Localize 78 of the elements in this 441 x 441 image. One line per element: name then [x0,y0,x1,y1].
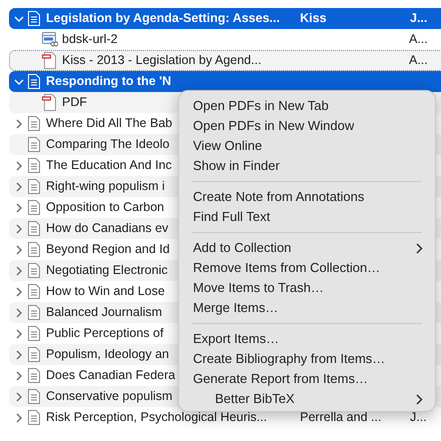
item-title: The Education And Inc [46,158,172,172]
item-row[interactable]: Legislation by Agenda-Setting: Asses... Kiss J... [9,8,441,29]
chevron-right-icon[interactable] [14,308,24,318]
menu-item[interactable]: Merge Items… [193,298,278,318]
chevron-right-icon[interactable] [14,350,24,360]
chevron-right-icon[interactable] [14,182,24,192]
chevron-right-icon[interactable] [14,286,24,296]
document-icon [28,221,40,236]
menu-item[interactable]: Create Bibliography from Items… [193,349,386,369]
item-title: How do Canadians ev [46,221,168,236]
menu-item[interactable]: Export Items… [193,329,279,349]
item-title: Beyond Region and Id [46,242,170,256]
document-icon [28,389,40,404]
chevron-down-icon[interactable] [14,14,24,24]
item-title: Populism, Ideology an [46,347,169,362]
item-title: Where Did All The Bab [46,116,172,130]
item-title: Risk Perception, Psychological Heuris... [46,410,267,424]
item-row[interactable]: Responding to the 'N [9,71,441,92]
item-title: Opposition to Carbon [46,200,164,214]
menu-item[interactable]: Better BibTeX [215,389,294,409]
attachment-title: bdsk-url-2 [62,32,118,46]
document-icon [28,158,40,173]
menu-item[interactable]: Show in Finder [193,156,280,176]
item-title: Conservative populism [46,389,172,404]
chevron-right-icon[interactable] [14,392,24,402]
date-cell: J... [410,410,427,424]
chevron-right-icon[interactable] [14,412,24,422]
chevron-down-icon[interactable] [14,76,24,86]
menu-item[interactable]: Open PDFs in New Tab [193,96,329,116]
item-title: Legislation by Agenda-Setting: Asses... [46,11,280,26]
document-icon [28,347,40,362]
menu-item[interactable]: Find Full Text [193,207,270,227]
chevron-right-icon[interactable] [14,328,24,338]
pdf-file-icon [42,52,56,69]
document-icon [28,326,40,341]
item-title: Responding to the 'N [46,74,172,88]
item-title: Does Canadian Federa [46,368,176,382]
document-icon [28,116,40,131]
document-icon [28,179,40,194]
chevron-right-icon[interactable] [14,244,24,254]
item-title: Right-wing populism i [46,179,165,194]
item-title: How to Win and Lose [46,284,165,298]
item-title: Negotiating Electronic [46,263,168,278]
menu-item[interactable]: Add to Collection [193,238,292,258]
menu-item[interactable]: Open PDFs in New Window [193,116,354,136]
date-cell: A... [409,32,428,46]
document-icon [28,410,40,425]
menu-item[interactable]: Move Items to Trash… [193,278,324,298]
document-icon [28,305,40,320]
date-cell: A... [409,53,428,68]
chevron-right-icon[interactable] [14,224,24,234]
chevron-right-icon[interactable] [14,202,24,212]
item-title: Public Perceptions of [46,326,164,340]
creator-cell: Kiss [300,11,326,26]
chevron-right-icon[interactable] [14,266,24,276]
document-icon [28,137,40,152]
document-icon [28,200,40,215]
chevron-right-icon[interactable] [14,118,24,128]
document-icon [28,242,40,257]
item-title: Comparing The Ideolo [46,137,170,152]
document-icon [28,74,40,89]
chevron-right-icon[interactable] [14,370,24,380]
menu-item[interactable]: Create Note from Annotations [193,187,364,207]
attachment-title: PDF [62,95,87,110]
item-title: Balanced Journalism [46,305,162,320]
menu-item[interactable]: View Online [193,136,262,156]
web-link-icon [42,32,58,47]
document-icon [28,368,40,383]
date-cell: J... [410,11,428,26]
chevron-right-icon[interactable] [14,160,24,170]
attachment-title: Kiss - 2013 - Legislation by Agend... [62,53,262,68]
document-icon [28,284,40,299]
document-icon [28,11,40,26]
document-icon [28,263,40,278]
menu-item[interactable]: Remove Items from Collection… [193,258,380,278]
attachment-row[interactable]: Kiss - 2013 - Legislation by Agend... A... [9,50,441,71]
menu-item[interactable]: Generate Report from Items… [193,369,368,389]
creator-cell: Perrella and ... [300,410,382,424]
